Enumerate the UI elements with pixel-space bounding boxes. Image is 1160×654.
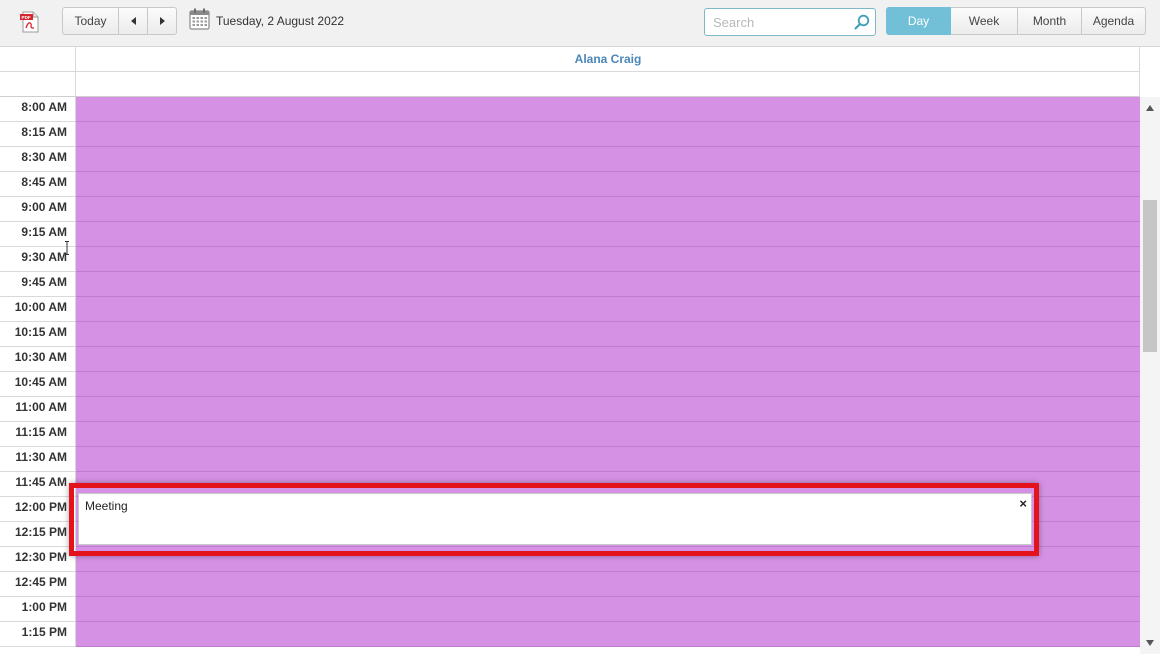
time-slot-cell[interactable] <box>76 447 1140 472</box>
time-slot-label: 8:45 AM <box>0 172 76 197</box>
time-slot-cell[interactable] <box>76 597 1140 622</box>
triangle-right-icon <box>159 17 165 25</box>
time-slot-cell[interactable] <box>76 397 1140 422</box>
all-day-gutter <box>0 72 76 96</box>
time-slot-row: 9:45 AM <box>0 272 1140 297</box>
time-slot-row: 8:15 AM <box>0 122 1140 147</box>
time-slot-label: 8:00 AM <box>0 97 76 122</box>
time-slot-row: 1:15 PM <box>0 622 1140 647</box>
pdf-export-icon[interactable]: PDF <box>20 11 40 33</box>
time-slot-label: 12:45 PM <box>0 572 76 597</box>
time-slot-cell[interactable] <box>76 347 1140 372</box>
day-time-grid: 8:00 AM 8:15 AM 8:30 AM 8:45 AM 9:00 AM 9:15 … <box>0 97 1140 654</box>
vertical-scrollbar[interactable] <box>1140 97 1160 654</box>
time-slot-label: 11:30 AM <box>0 447 76 472</box>
header-right-border <box>1139 47 1140 97</box>
current-date-label[interactable]: Tuesday, 2 August 2022 <box>216 14 344 28</box>
event-close-icon[interactable]: × <box>1019 497 1027 510</box>
time-slot-label: 11:45 AM <box>0 472 76 497</box>
view-switcher: Day Week Month Agenda <box>886 7 1146 35</box>
time-slot-cell[interactable] <box>76 247 1140 272</box>
magnifier-icon[interactable] <box>854 14 870 30</box>
search-input[interactable] <box>705 9 853 35</box>
pdf-badge-text: PDF <box>22 15 31 20</box>
resource-name: Alana Craig <box>574 52 642 66</box>
time-slot-row: 9:00 AM <box>0 197 1140 222</box>
time-slot-cell[interactable] <box>76 372 1140 397</box>
time-slot-row: 12:45 PM <box>0 572 1140 597</box>
time-slot-cell[interactable] <box>76 147 1140 172</box>
time-slot-cell[interactable] <box>76 422 1140 447</box>
time-slot-label: 9:00 AM <box>0 197 76 222</box>
time-slot-row: 10:00 AM <box>0 297 1140 322</box>
time-slot-cell[interactable] <box>76 322 1140 347</box>
view-agenda-button[interactable]: Agenda <box>1082 7 1146 35</box>
time-slot-cell[interactable] <box>76 122 1140 147</box>
time-slot-cell[interactable] <box>76 572 1140 597</box>
header-gutter <box>0 47 76 71</box>
time-slot-label: 12:00 PM <box>0 497 76 522</box>
time-slot-row: 8:00 AM <box>0 97 1140 122</box>
time-slot-label: 10:30 AM <box>0 347 76 372</box>
time-slot-cell[interactable] <box>76 297 1140 322</box>
time-slot-label: 1:00 PM <box>0 597 76 622</box>
text-cursor-icon <box>65 241 69 255</box>
today-button[interactable]: Today <box>62 7 119 35</box>
resource-header-row: Alana Craig <box>0 47 1140 72</box>
time-slot-row: 9:30 AM <box>0 247 1140 272</box>
time-slot-label: 12:15 PM <box>0 522 76 547</box>
view-week-button[interactable]: Week <box>951 7 1018 35</box>
triangle-left-icon <box>130 17 136 25</box>
all-day-cell[interactable] <box>76 72 1140 96</box>
time-slot-label: 11:15 AM <box>0 422 76 447</box>
previous-day-button[interactable] <box>118 7 148 35</box>
time-slot-row: 8:45 AM <box>0 172 1140 197</box>
time-slot-cell[interactable] <box>76 197 1140 222</box>
scroll-down-arrow-icon[interactable] <box>1146 640 1154 646</box>
time-slot-label: 10:45 AM <box>0 372 76 397</box>
time-slot-row: 11:00 AM <box>0 397 1140 422</box>
time-slot-row: 11:15 AM <box>0 422 1140 447</box>
calendar-icon[interactable] <box>189 8 210 30</box>
scroll-up-arrow-icon[interactable] <box>1146 105 1154 111</box>
time-slot-label: 1:15 PM <box>0 622 76 647</box>
next-day-button[interactable] <box>147 7 177 35</box>
time-slot-row: 1:00 PM <box>0 597 1140 622</box>
time-slot-row: 9:15 AM <box>0 222 1140 247</box>
time-slot-label: 10:15 AM <box>0 322 76 347</box>
time-slot-cell[interactable] <box>76 172 1140 197</box>
time-slot-label: 9:45 AM <box>0 272 76 297</box>
time-slot-cell[interactable] <box>76 97 1140 122</box>
time-slot-label: 12:30 PM <box>0 547 76 572</box>
view-month-button[interactable]: Month <box>1018 7 1082 35</box>
event-title: Meeting <box>85 499 128 513</box>
time-slot-row: 11:30 AM <box>0 447 1140 472</box>
event-meeting[interactable]: Meeting × <box>78 493 1032 545</box>
time-slot-cell[interactable] <box>76 622 1140 647</box>
time-slot-label: 10:00 AM <box>0 297 76 322</box>
time-slot-label: 8:15 AM <box>0 122 76 147</box>
time-slot-row: 10:45 AM <box>0 372 1140 397</box>
search-box <box>704 8 876 36</box>
scheduler-toolbar: PDF Today Tuesday, 2 August 2022 Day Wee… <box>0 0 1160 47</box>
time-slot-cell[interactable] <box>76 272 1140 297</box>
time-slot-label: 8:30 AM <box>0 147 76 172</box>
time-slot-label: 11:00 AM <box>0 397 76 422</box>
time-slot-row: 8:30 AM <box>0 147 1140 172</box>
time-slot-row: 10:15 AM <box>0 322 1140 347</box>
all-day-row <box>0 72 1140 97</box>
scrollbar-thumb[interactable] <box>1143 200 1157 352</box>
view-day-button[interactable]: Day <box>886 7 951 35</box>
time-slot-cell[interactable] <box>76 222 1140 247</box>
time-slot-row: 10:30 AM <box>0 347 1140 372</box>
